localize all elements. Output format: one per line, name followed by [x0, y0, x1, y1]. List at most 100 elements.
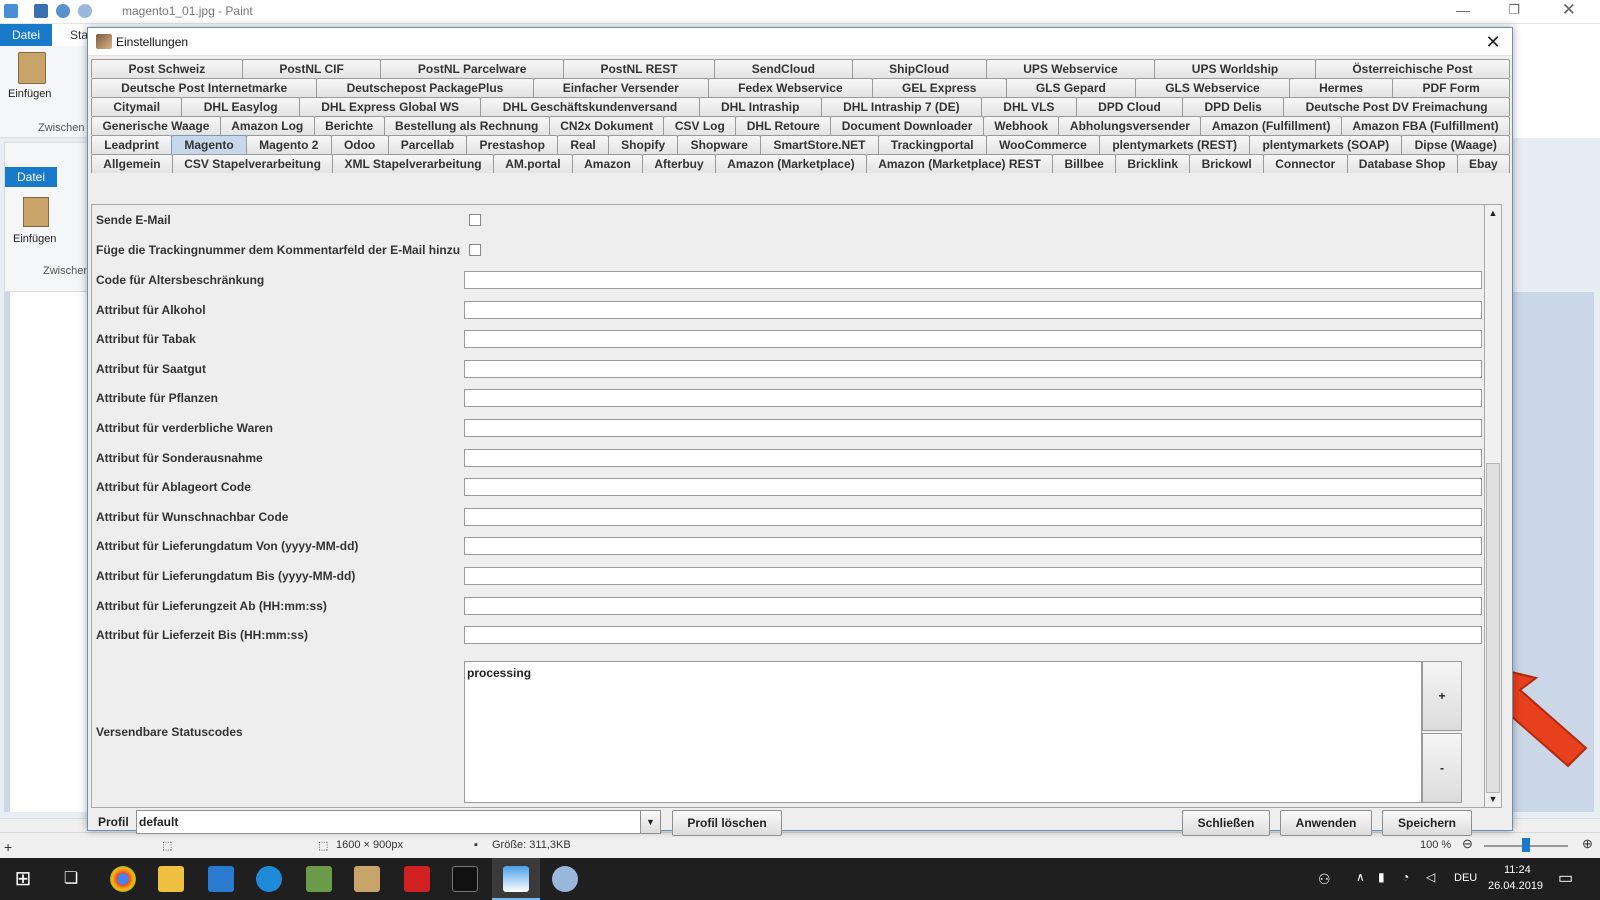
settings-tab[interactable]: GEL Express — [871, 78, 1007, 97]
settings-tab[interactable]: Leadprint — [91, 135, 173, 154]
settings-tab[interactable]: CN2x Dokument — [548, 116, 665, 135]
delete-profile-button[interactable]: Profil löschen — [672, 810, 782, 836]
settings-tab[interactable]: Billbee — [1052, 154, 1117, 173]
settings-tab[interactable]: ShipCloud — [851, 59, 987, 78]
settings-tab[interactable]: GLS Gepard — [1005, 78, 1137, 97]
settings-tab[interactable]: Deutschepost PackagePlus — [316, 78, 534, 97]
settings-tab[interactable]: Trackingportal — [877, 135, 987, 154]
settings-tab[interactable]: Abholungsversender — [1058, 116, 1202, 135]
field-input[interactable] — [464, 359, 1482, 378]
settings-tab[interactable]: Amazon FBA (Fulfillment) — [1340, 116, 1511, 135]
settings-tab[interactable]: Shopify — [607, 135, 679, 154]
minimize-icon[interactable]: — — [1456, 2, 1470, 18]
settings-tab[interactable]: Bricklink — [1115, 154, 1191, 173]
settings-tab[interactable]: Einfacher Versender — [532, 78, 709, 97]
notepadpp-icon[interactable] — [306, 866, 332, 892]
settings-tab[interactable]: Amazon — [571, 154, 644, 173]
settings-tab[interactable]: PostNL Parcelware — [380, 59, 564, 78]
field-input[interactable] — [464, 389, 1482, 408]
settings-tab[interactable]: Magento 2 — [245, 135, 332, 154]
vscode-icon[interactable] — [208, 866, 234, 892]
paint-taskbar-icon[interactable] — [503, 866, 529, 892]
settings-tab[interactable]: Österreichische Post — [1314, 59, 1510, 78]
field-input[interactable] — [464, 626, 1482, 645]
paste-icon[interactable] — [18, 52, 46, 84]
notifications-icon[interactable]: ▭ — [1558, 868, 1573, 888]
package-icon[interactable] — [354, 866, 380, 892]
settings-tab[interactable]: UPS Webservice — [985, 59, 1156, 78]
chevron-up-icon[interactable]: ∧ — [1356, 870, 1365, 884]
settings-tab[interactable]: CSV Log — [663, 116, 737, 135]
settings-tab[interactable]: XML Stapelverarbeitung — [332, 154, 494, 173]
settings-tab[interactable]: Amazon (Marketplace) REST — [865, 154, 1054, 173]
settings-tab[interactable]: Parcellab — [387, 135, 468, 154]
settings-tab[interactable]: Afterbuy — [642, 154, 716, 173]
settings-tab[interactable]: Berichte — [313, 116, 385, 135]
restore-icon[interactable]: ❐ — [1508, 2, 1520, 18]
windows-start-icon[interactable]: ⊞ — [10, 866, 36, 892]
field-checkbox[interactable] — [469, 214, 481, 226]
settings-tab[interactable]: Deutsche Post Internetmarke — [91, 78, 318, 97]
settings-tab[interactable]: UPS Worldship — [1154, 59, 1316, 78]
scroll-up-icon[interactable]: ▲ — [1485, 205, 1501, 221]
settings-tab[interactable]: Odoo — [330, 135, 389, 154]
add-status-button[interactable]: + — [1422, 661, 1462, 731]
settings-tab[interactable]: Amazon (Marketplace) — [714, 154, 867, 173]
dialog-close-icon[interactable]: ✕ — [1482, 31, 1504, 53]
settings-tab[interactable]: Database Shop — [1346, 154, 1458, 173]
field-input[interactable] — [464, 419, 1482, 437]
scroll-down-icon[interactable]: ▼ — [1485, 791, 1501, 807]
chrome-icon[interactable] — [110, 866, 136, 892]
task-view-icon[interactable]: ❏ — [58, 866, 84, 892]
people-icon[interactable]: ⚇ — [1318, 871, 1331, 888]
close-button[interactable]: Schließen — [1182, 810, 1270, 836]
settings-tab[interactable]: Hermes — [1288, 78, 1394, 97]
settings-tab[interactable]: DPD Delis — [1182, 97, 1285, 116]
paint-app-taskbar-icon[interactable] — [552, 866, 578, 892]
file-explorer-icon[interactable] — [158, 866, 184, 892]
settings-tab[interactable]: Real — [557, 135, 609, 154]
settings-tab[interactable]: GLS Webservice — [1135, 78, 1290, 97]
settings-tab[interactable]: Fedex Webservice — [707, 78, 873, 97]
settings-tab[interactable]: Document Downloader — [830, 116, 984, 135]
settings-tab[interactable]: DHL Express Global WS — [298, 97, 482, 116]
settings-tab[interactable]: Amazon (Fulfillment) — [1200, 116, 1342, 135]
settings-tab[interactable]: PDF Form — [1392, 78, 1510, 97]
settings-tab[interactable]: Dipse (Waage) — [1401, 135, 1511, 154]
status-code-item[interactable]: processing — [467, 666, 1419, 680]
settings-tab[interactable]: Shopware — [677, 135, 762, 154]
settings-tab[interactable]: Allgemein — [91, 154, 173, 173]
tab-file[interactable]: Datei — [0, 24, 52, 46]
profile-select[interactable]: default ▼ — [136, 810, 661, 834]
settings-tab[interactable]: AM.portal — [492, 154, 573, 173]
settings-tab[interactable]: PostNL REST — [562, 59, 716, 78]
field-input[interactable] — [464, 271, 1482, 289]
teamviewer-icon[interactable] — [256, 866, 282, 892]
remove-status-button[interactable]: - — [1422, 733, 1462, 803]
chevron-down-icon[interactable]: ▼ — [640, 811, 660, 833]
settings-tab[interactable]: DHL VLS — [980, 97, 1077, 116]
zoom-in-icon[interactable]: ⊕ — [1582, 836, 1593, 852]
apply-button[interactable]: Anwenden — [1280, 810, 1372, 836]
field-input[interactable] — [464, 300, 1482, 319]
field-input[interactable] — [464, 507, 1482, 526]
settings-tab[interactable]: Deutsche Post DV Freimachung — [1283, 97, 1510, 116]
settings-tab[interactable]: plentymarkets (SOAP) — [1249, 135, 1403, 154]
settings-tab[interactable]: Magento — [171, 135, 247, 154]
settings-tab[interactable]: SmartStore.NET — [760, 135, 879, 154]
save-button[interactable]: Speichern — [1382, 810, 1472, 836]
settings-tab[interactable]: Webhook — [982, 116, 1060, 135]
settings-tab[interactable]: DHL Geschäftskundenversand — [480, 97, 700, 116]
wifi-icon[interactable]: ◔ — [1402, 870, 1409, 884]
settings-tab[interactable]: PostNL CIF — [241, 59, 382, 78]
acrobat-icon[interactable] — [404, 866, 430, 892]
paste-label[interactable]: Einfügen — [8, 88, 51, 100]
field-input[interactable] — [464, 448, 1482, 467]
field-checkbox[interactable] — [469, 244, 481, 256]
status-codes-list[interactable]: processing — [464, 661, 1422, 803]
settings-tab[interactable]: Ebay — [1456, 154, 1511, 173]
battery-icon[interactable]: ▮ — [1378, 870, 1385, 884]
clock-date[interactable]: 26.04.2019 — [1488, 880, 1543, 892]
settings-tab[interactable]: plentymarkets (REST) — [1099, 135, 1251, 154]
settings-tab[interactable]: Brickowl — [1189, 154, 1264, 173]
